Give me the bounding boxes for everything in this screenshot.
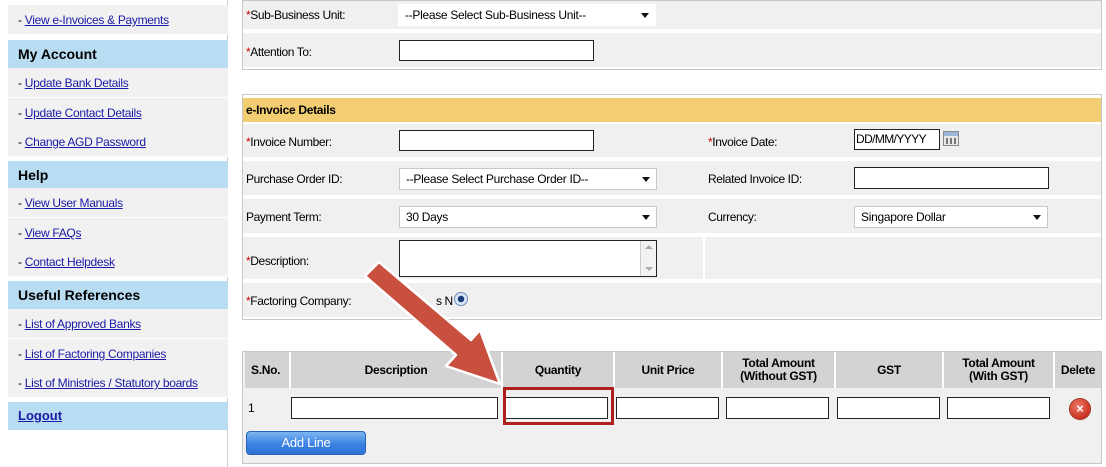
currency-select[interactable]: Singapore Dollar [854,206,1048,228]
row-total-with-gst-input[interactable] [947,397,1050,419]
sub-business-unit-row: *Sub-Business Unit: --Please Select Sub-… [243,1,1101,31]
row-description-input[interactable] [291,397,498,419]
chevron-down-icon [642,215,650,220]
chevron-down-icon [1033,215,1041,220]
purchase-order-select[interactable]: --Please Select Purchase Order ID-- [399,168,657,190]
invoice-date-label: *Invoice Date: [708,135,778,149]
factoring-no-label: s N [436,294,453,308]
sidebar-item-update-bank-details[interactable]: - Update Bank Details [8,68,228,98]
payment-term-row: Payment Term: 30 Days Currency: Singapor… [243,199,1101,235]
description-scrollbar[interactable] [640,241,656,276]
payment-term-select[interactable]: 30 Days [399,206,657,228]
invoice-details-panel: e-Invoice Details *Invoice Number: *Invo… [242,94,1102,320]
quantity-highlight-box [503,387,614,425]
sub-business-unit-label: *Sub-Business Unit: [246,8,346,22]
sidebar-item-factoring-companies[interactable]: - List of Factoring Companies [8,339,228,369]
col-header-unit-price: Unit Price [615,352,723,388]
invoice-number-label: *Invoice Number: [246,135,332,149]
sidebar: - View e-Invoices & Payments My Account … [8,0,228,467]
factoring-no-radio[interactable] [454,292,468,306]
sidebar-heading-useful-references: Useful References [8,281,228,309]
invoice-number-row: *Invoice Number: *Invoice Date: DD/MM/YY… [243,124,1101,159]
row-sno: 1 [248,401,255,415]
sidebar-item-ministries[interactable]: - List of Ministries / Statutory boards [8,368,228,398]
chevron-down-icon [642,177,650,182]
col-header-description: Description [291,352,503,388]
description-row-filler [705,237,1101,281]
sidebar-item-approved-banks[interactable]: - List of Approved Banks [8,309,228,339]
attention-to-row: *Attention To: [243,33,1101,69]
sidebar-item-faqs[interactable]: - View FAQs [8,218,228,248]
sidebar-item-user-manuals[interactable]: - View User Manuals [8,188,228,218]
description-label: *Description: [246,254,309,268]
scroll-up-icon[interactable] [645,245,653,249]
row-gst-input[interactable] [837,397,940,419]
related-invoice-input[interactable] [854,167,1049,189]
sidebar-link-label[interactable]: List of Ministries / Statutory boards [25,376,198,390]
sub-business-unit-select[interactable]: --Please Select Sub-Business Unit-- [398,4,656,26]
delete-row-icon[interactable]: × [1070,399,1090,419]
col-header-total-without-gst: Total Amount (Without GST) [723,352,836,388]
sidebar-link-label[interactable]: Update Bank Details [25,76,129,90]
purchase-order-row: Purchase Order ID: --Please Select Purch… [243,161,1101,197]
factoring-row: *Factoring Company: s N [243,283,1101,319]
col-header-gst: GST [836,352,944,388]
invoice-number-input[interactable] [399,130,594,151]
sidebar-link-label[interactable]: Change AGD Password [25,135,146,149]
row-total-without-gst-input[interactable] [726,397,829,419]
sidebar-link-label[interactable]: View FAQs [25,226,82,240]
description-row: *Description: [243,237,703,281]
sidebar-item-view-einvoices[interactable]: - View e-Invoices & Payments [8,5,228,35]
row-unit-price-input[interactable] [616,397,719,419]
col-header-quantity: Quantity [503,352,615,388]
col-header-sno: S.No. [245,352,291,388]
sidebar-link-label[interactable]: Contact Helpdesk [25,255,115,269]
col-header-delete: Delete [1055,352,1101,388]
sidebar-item-update-contact-details[interactable]: - Update Contact Details [8,98,228,128]
sidebar-item-contact-helpdesk[interactable]: - Contact Helpdesk [8,247,228,277]
sidebar-link-label[interactable]: View e-Invoices & Payments [25,13,169,27]
description-textarea[interactable] [399,240,657,277]
payment-term-label: Payment Term: [246,210,322,224]
table-row: 1 × [243,390,1101,426]
chevron-down-icon [641,13,649,18]
scroll-down-icon[interactable] [645,267,653,271]
line-items-panel: S.No. Description Quantity Unit Price To… [242,351,1102,464]
sidebar-heading-help: Help [8,161,228,189]
logout-link[interactable]: Logout [18,408,62,423]
col-header-total-with-gst: Total Amount (With GST) [944,352,1055,388]
sidebar-link-label[interactable]: List of Factoring Companies [25,347,167,361]
sidebar-link-label[interactable]: View User Manuals [25,196,123,210]
sidebar-link-label[interactable]: List of Approved Banks [25,317,141,331]
factoring-company-label: *Factoring Company: [246,294,352,308]
attention-to-label: *Attention To: [246,45,312,59]
sidebar-item-change-password[interactable]: - Change AGD Password [8,127,228,157]
business-unit-panel: *Sub-Business Unit: --Please Select Sub-… [242,0,1102,70]
logout-item[interactable]: Logout [8,402,228,430]
add-line-button[interactable]: Add Line [246,431,366,455]
sidebar-heading-my-account: My Account [8,40,228,68]
calendar-icon[interactable] [943,131,959,146]
attention-to-input[interactable] [399,40,594,61]
related-invoice-label: Related Invoice ID: [708,172,802,186]
currency-label: Currency: [708,210,757,224]
sidebar-link-label[interactable]: Update Contact Details [25,106,142,120]
purchase-order-label: Purchase Order ID: [246,172,343,186]
invoice-details-header: e-Invoice Details [243,98,1101,122]
invoice-date-input[interactable]: DD/MM/YYYY [854,129,940,150]
